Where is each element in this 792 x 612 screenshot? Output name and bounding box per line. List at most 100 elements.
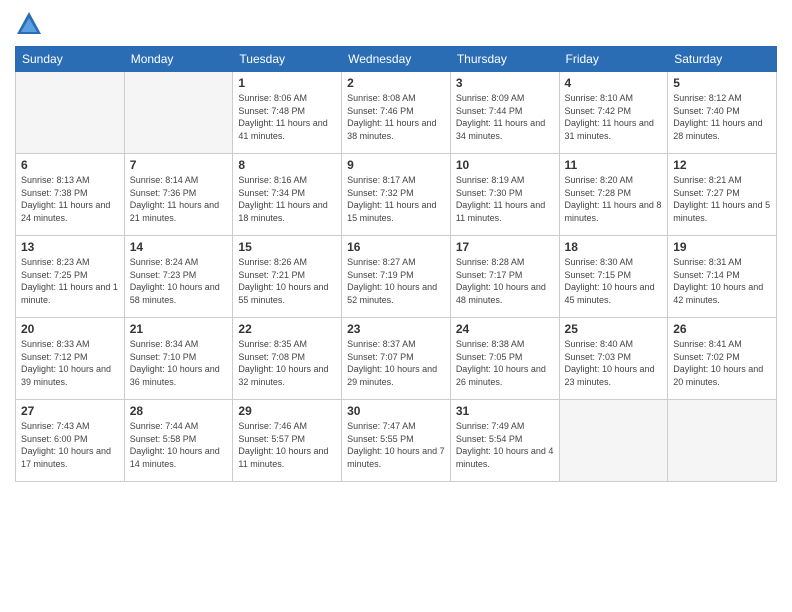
calendar-cell bbox=[124, 72, 233, 154]
day-number: 9 bbox=[347, 158, 445, 172]
day-number: 29 bbox=[238, 404, 336, 418]
day-number: 30 bbox=[347, 404, 445, 418]
day-number: 27 bbox=[21, 404, 119, 418]
day-info: Sunrise: 8:23 AMSunset: 7:25 PMDaylight:… bbox=[21, 256, 119, 306]
day-number: 23 bbox=[347, 322, 445, 336]
day-number: 16 bbox=[347, 240, 445, 254]
calendar-cell: 12 Sunrise: 8:21 AMSunset: 7:27 PMDayligh… bbox=[668, 154, 777, 236]
day-info: Sunrise: 7:46 AMSunset: 5:57 PMDaylight:… bbox=[238, 420, 336, 470]
week-row-1: 6Sunrise: 8:13 AMSunset: 7:38 PMDaylight… bbox=[16, 154, 777, 236]
day-number: 3 bbox=[456, 76, 554, 90]
week-row-2: 13 Sunrise: 8:23 AMSunset: 7:25 PMDayligh… bbox=[16, 236, 777, 318]
calendar-cell: 26 Sunrise: 8:41 AMSunset: 7:02 PMDayligh… bbox=[668, 318, 777, 400]
day-info: Sunrise: 8:34 AMSunset: 7:10 PMDaylight:… bbox=[130, 338, 228, 388]
day-number: 17 bbox=[456, 240, 554, 254]
day-number: 26 bbox=[673, 322, 771, 336]
day-number: 7 bbox=[130, 158, 228, 172]
calendar-cell: 23 Sunrise: 8:37 AMSunset: 7:07 PMDayligh… bbox=[342, 318, 451, 400]
day-info: Sunrise: 8:16 AMSunset: 7:34 PMDaylight:… bbox=[238, 174, 336, 224]
day-info: Sunrise: 8:41 AMSunset: 7:02 PMDaylight:… bbox=[673, 338, 771, 388]
day-number: 18 bbox=[565, 240, 663, 254]
day-info: Sunrise: 8:09 AMSunset: 7:44 PMDaylight:… bbox=[456, 92, 554, 142]
day-info: Sunrise: 7:47 AMSunset: 5:55 PMDaylight:… bbox=[347, 420, 445, 470]
day-info: Sunrise: 8:33 AMSunset: 7:12 PMDaylight:… bbox=[21, 338, 119, 388]
day-info: Sunrise: 8:20 AMSunset: 7:28 PMDaylight:… bbox=[565, 174, 663, 224]
day-number: 10 bbox=[456, 158, 554, 172]
day-info: Sunrise: 8:24 AMSunset: 7:23 PMDaylight:… bbox=[130, 256, 228, 306]
day-number: 2 bbox=[347, 76, 445, 90]
day-number: 19 bbox=[673, 240, 771, 254]
calendar-cell: 30 Sunrise: 7:47 AMSunset: 5:55 PMDayligh… bbox=[342, 400, 451, 482]
calendar-cell: 29 Sunrise: 7:46 AMSunset: 5:57 PMDayligh… bbox=[233, 400, 342, 482]
day-info: Sunrise: 8:38 AMSunset: 7:05 PMDaylight:… bbox=[456, 338, 554, 388]
header bbox=[15, 10, 777, 38]
day-number: 25 bbox=[565, 322, 663, 336]
week-row-4: 27 Sunrise: 7:43 AMSunset: 6:00 PMDayligh… bbox=[16, 400, 777, 482]
day-info: Sunrise: 8:35 AMSunset: 7:08 PMDaylight:… bbox=[238, 338, 336, 388]
calendar-cell: 20 Sunrise: 8:33 AMSunset: 7:12 PMDayligh… bbox=[16, 318, 125, 400]
day-info: Sunrise: 7:49 AMSunset: 5:54 PMDaylight:… bbox=[456, 420, 554, 470]
logo-icon bbox=[15, 10, 43, 38]
calendar-cell: 5 Sunrise: 8:12 AMSunset: 7:40 PMDaylight… bbox=[668, 72, 777, 154]
calendar-cell: 21 Sunrise: 8:34 AMSunset: 7:10 PMDayligh… bbox=[124, 318, 233, 400]
day-info: Sunrise: 8:21 AMSunset: 7:27 PMDaylight:… bbox=[673, 174, 771, 224]
day-number: 14 bbox=[130, 240, 228, 254]
day-info: Sunrise: 8:27 AMSunset: 7:19 PMDaylight:… bbox=[347, 256, 445, 306]
day-info: Sunrise: 8:26 AMSunset: 7:21 PMDaylight:… bbox=[238, 256, 336, 306]
calendar-cell: 18Sunrise: 8:30 AMSunset: 7:15 PMDayligh… bbox=[559, 236, 668, 318]
day-number: 15 bbox=[238, 240, 336, 254]
day-number: 12 bbox=[673, 158, 771, 172]
calendar-cell: 11 Sunrise: 8:20 AMSunset: 7:28 PMDayligh… bbox=[559, 154, 668, 236]
calendar-cell: 14 Sunrise: 8:24 AMSunset: 7:23 PMDayligh… bbox=[124, 236, 233, 318]
day-header-wednesday: Wednesday bbox=[342, 47, 451, 72]
calendar-cell: 22Sunrise: 8:35 AMSunset: 7:08 PMDayligh… bbox=[233, 318, 342, 400]
page: SundayMondayTuesdayWednesdayThursdayFrid… bbox=[0, 0, 792, 612]
calendar-cell: 4 Sunrise: 8:10 AMSunset: 7:42 PMDaylight… bbox=[559, 72, 668, 154]
day-info: Sunrise: 8:31 AMSunset: 7:14 PMDaylight:… bbox=[673, 256, 771, 306]
day-number: 13 bbox=[21, 240, 119, 254]
day-info: Sunrise: 8:12 AMSunset: 7:40 PMDaylight:… bbox=[673, 92, 771, 142]
day-number: 11 bbox=[565, 158, 663, 172]
calendar-cell: 19 Sunrise: 8:31 AMSunset: 7:14 PMDayligh… bbox=[668, 236, 777, 318]
day-number: 8 bbox=[238, 158, 336, 172]
day-header-sunday: Sunday bbox=[16, 47, 125, 72]
calendar-cell: 15 Sunrise: 8:26 AMSunset: 7:21 PMDayligh… bbox=[233, 236, 342, 318]
calendar-cell: 27 Sunrise: 7:43 AMSunset: 6:00 PMDayligh… bbox=[16, 400, 125, 482]
calendar-cell: 25 Sunrise: 8:40 AMSunset: 7:03 PMDayligh… bbox=[559, 318, 668, 400]
header-row: SundayMondayTuesdayWednesdayThursdayFrid… bbox=[16, 47, 777, 72]
calendar-header: SundayMondayTuesdayWednesdayThursdayFrid… bbox=[16, 47, 777, 72]
day-info: Sunrise: 8:37 AMSunset: 7:07 PMDaylight:… bbox=[347, 338, 445, 388]
day-number: 5 bbox=[673, 76, 771, 90]
day-number: 20 bbox=[21, 322, 119, 336]
day-info: Sunrise: 8:13 AMSunset: 7:38 PMDaylight:… bbox=[21, 174, 119, 224]
day-info: Sunrise: 8:08 AMSunset: 7:46 PMDaylight:… bbox=[347, 92, 445, 142]
day-number: 31 bbox=[456, 404, 554, 418]
day-info: Sunrise: 7:44 AMSunset: 5:58 PMDaylight:… bbox=[130, 420, 228, 470]
day-header-saturday: Saturday bbox=[668, 47, 777, 72]
day-header-tuesday: Tuesday bbox=[233, 47, 342, 72]
calendar-cell: 7Sunrise: 8:14 AMSunset: 7:36 PMDaylight… bbox=[124, 154, 233, 236]
calendar: SundayMondayTuesdayWednesdayThursdayFrid… bbox=[15, 46, 777, 482]
calendar-cell bbox=[559, 400, 668, 482]
day-number: 1 bbox=[238, 76, 336, 90]
day-info: Sunrise: 8:06 AMSunset: 7:48 PMDaylight:… bbox=[238, 92, 336, 142]
calendar-cell: 17Sunrise: 8:28 AMSunset: 7:17 PMDayligh… bbox=[450, 236, 559, 318]
day-info: Sunrise: 7:43 AMSunset: 6:00 PMDaylight:… bbox=[21, 420, 119, 470]
week-row-3: 20 Sunrise: 8:33 AMSunset: 7:12 PMDayligh… bbox=[16, 318, 777, 400]
calendar-cell: 16 Sunrise: 8:27 AMSunset: 7:19 PMDayligh… bbox=[342, 236, 451, 318]
calendar-cell: 10Sunrise: 8:19 AMSunset: 7:30 PMDayligh… bbox=[450, 154, 559, 236]
calendar-cell: 1 Sunrise: 8:06 AMSunset: 7:48 PMDaylight… bbox=[233, 72, 342, 154]
calendar-cell: 2 Sunrise: 8:08 AMSunset: 7:46 PMDaylight… bbox=[342, 72, 451, 154]
day-number: 4 bbox=[565, 76, 663, 90]
calendar-cell: 6Sunrise: 8:13 AMSunset: 7:38 PMDaylight… bbox=[16, 154, 125, 236]
calendar-cell: 31 Sunrise: 7:49 AMSunset: 5:54 PMDayligh… bbox=[450, 400, 559, 482]
day-number: 24 bbox=[456, 322, 554, 336]
day-header-thursday: Thursday bbox=[450, 47, 559, 72]
calendar-cell: 8 Sunrise: 8:16 AMSunset: 7:34 PMDaylight… bbox=[233, 154, 342, 236]
calendar-cell: 3 Sunrise: 8:09 AMSunset: 7:44 PMDaylight… bbox=[450, 72, 559, 154]
day-number: 28 bbox=[130, 404, 228, 418]
day-number: 21 bbox=[130, 322, 228, 336]
day-info: Sunrise: 8:10 AMSunset: 7:42 PMDaylight:… bbox=[565, 92, 663, 142]
calendar-cell: 24 Sunrise: 8:38 AMSunset: 7:05 PMDayligh… bbox=[450, 318, 559, 400]
day-info: Sunrise: 8:40 AMSunset: 7:03 PMDaylight:… bbox=[565, 338, 663, 388]
